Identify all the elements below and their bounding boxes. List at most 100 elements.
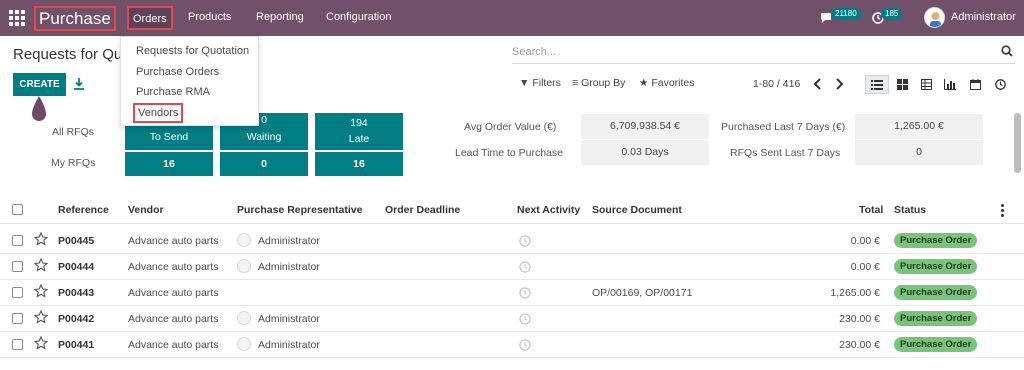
kebab-icon[interactable] [1001,204,1004,219]
col-reference[interactable]: Reference [58,204,109,216]
calendar-view-button[interactable] [963,75,987,94]
app-brand[interactable]: Purchase [34,6,116,31]
table-row[interactable]: P00441 Advance auto parts Administrator … [0,332,1024,358]
total: 1,265.00 € [830,287,880,299]
select-all-checkbox[interactable] [12,204,23,215]
row-checkbox[interactable] [12,339,23,350]
clock-icon[interactable] [519,339,531,351]
col-order-deadline[interactable]: Order Deadline [385,204,460,216]
star-icon[interactable] [34,258,48,272]
menu-products[interactable]: Products [184,6,235,30]
my-waiting-count[interactable]: 0 [220,152,308,176]
favorites-button[interactable]: ★ Favorites [639,77,695,89]
representative: Administrator [258,261,320,273]
activities-button[interactable]: 185 [872,8,903,28]
list-view-icon [871,79,883,90]
groupby-label: Group By [581,77,626,89]
table-row[interactable]: P00444 Advance auto parts Administrator … [0,254,1024,280]
clock-icon[interactable] [519,287,531,299]
kanban-view-button[interactable] [890,75,914,94]
col-purchase-representative[interactable]: Purchase Representative [237,204,362,216]
search-bar [512,42,1015,64]
tile-late-label: Late [348,133,370,145]
favorites-label: Favorites [651,77,695,89]
menu-item-vendors[interactable]: Vendors [133,103,184,123]
messages-button[interactable]: 21180 [820,8,862,28]
clock-icon[interactable] [519,313,531,325]
tile-late-count: 194 [350,117,368,129]
star-icon[interactable] [34,232,48,246]
chevron-left-icon[interactable] [811,76,825,92]
create-button[interactable]: CREATE [13,73,66,96]
groupby-button[interactable]: ≡ Group By [572,77,625,89]
clock-icon[interactable] [519,235,531,247]
pivot-view-button[interactable] [914,75,938,94]
representative: Administrator [258,339,320,351]
status-badge: Purchase Order [894,285,978,300]
menu-item-requests-for-quotation[interactable]: Requests for Quotation [136,45,249,57]
reference: P00444 [58,261,95,273]
status-badge: Purchase Order [894,311,978,326]
tile-to-send-label: To Send [149,131,189,143]
all-rfqs-label: All RFQs [52,126,94,138]
menu-orders[interactable]: Orders [127,6,173,30]
pager-value[interactable]: 1-80 / 416 [753,78,800,90]
rep-avatar [237,259,251,273]
table-row[interactable]: P00445 Advance auto parts Administrator … [0,228,1024,254]
row-checkbox[interactable] [12,313,23,324]
avatar-image [930,12,941,27]
col-total[interactable]: Total [859,204,883,216]
table-row[interactable]: P00443 Advance auto parts OP/00169, OP/0… [0,280,1024,306]
activity-view-button[interactable] [988,75,1012,94]
user-avatar[interactable] [924,7,945,28]
col-status[interactable]: Status [894,204,926,216]
clock-icon[interactable] [519,261,531,273]
star-icon[interactable] [34,284,48,298]
table-row[interactable]: P00442 Advance auto parts Administrator … [0,306,1024,332]
graph-view-icon [944,79,956,90]
row-checkbox[interactable] [12,287,23,298]
chevron-right-icon[interactable] [832,76,846,92]
vendor: Advance auto parts [128,339,219,351]
tour-drop-icon [32,96,46,121]
search-icon[interactable] [1001,45,1013,57]
list-view-button[interactable] [865,75,889,94]
menu-item-purchase-rma[interactable]: Purchase RMA [136,86,210,98]
vendor: Advance auto parts [128,287,219,299]
user-name[interactable]: Administrator [951,11,1016,23]
my-late-count[interactable]: 16 [315,152,403,176]
menu-configuration[interactable]: Configuration [322,6,395,30]
avg-order-value-label: Avg Order Value (€) [464,121,557,133]
rep-avatar [237,233,251,247]
lead-time-value: 0.03 Days [581,140,709,165]
total: 0.00 € [850,261,880,273]
filters-label: Filters [532,77,561,89]
col-source-document[interactable]: Source Document [592,204,682,216]
col-next-activity[interactable]: Next Activity [517,204,580,216]
menu-item-purchase-orders[interactable]: Purchase Orders [136,66,219,78]
groupby-icon: ≡ [572,77,579,89]
total: 0.00 € [850,235,880,247]
search-input[interactable] [512,42,982,62]
my-to-send-count[interactable]: 16 [125,152,213,176]
row-checkbox[interactable] [12,261,23,272]
download-icon[interactable] [73,77,85,91]
scrollbar-thumb[interactable] [1014,113,1021,173]
tile-late[interactable]: 194 Late [315,113,403,150]
star-icon: ★ [639,77,649,89]
avg-order-value: 6,709,938.54 € [581,114,709,139]
orders-dropdown: Requests for Quotation Purchase Orders P… [120,36,259,126]
apps-grid-icon[interactable] [9,10,25,26]
graph-view-button[interactable] [938,75,962,94]
col-vendor[interactable]: Vendor [128,204,164,216]
activity-view-icon [994,79,1006,90]
status-badge: Purchase Order [894,337,978,352]
table-header: Reference Vendor Purchase Representative… [0,196,1024,224]
star-icon[interactable] [34,336,48,350]
calendar-view-icon [969,79,981,90]
filters-button[interactable]: ▼ Filters [519,77,561,89]
star-icon[interactable] [34,310,48,324]
menu-reporting[interactable]: Reporting [252,6,308,30]
row-checkbox[interactable] [12,235,23,246]
kanban-view-icon [896,79,908,90]
